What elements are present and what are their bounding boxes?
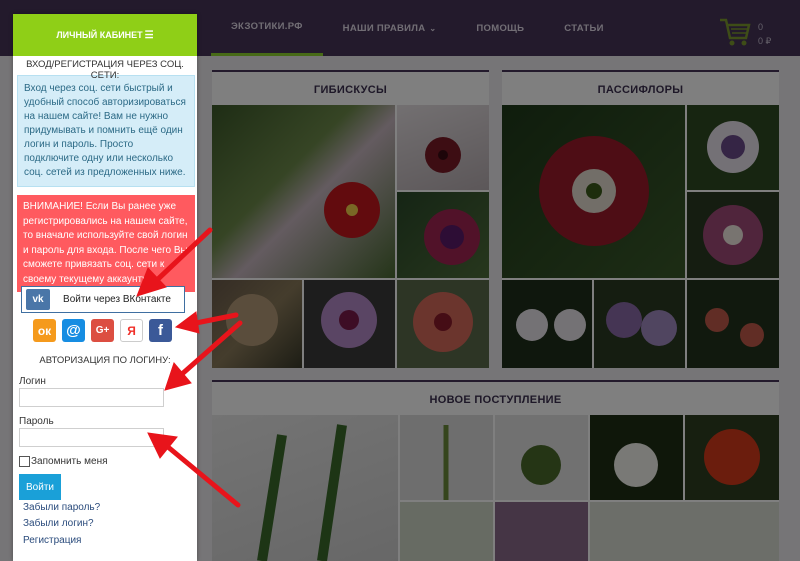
register-link[interactable]: Регистрация	[23, 535, 81, 546]
chevron-down-icon: ⌄	[429, 23, 437, 33]
forgot-password-link[interactable]: Забыли пароль?	[23, 502, 100, 513]
product-image[interactable]	[495, 415, 588, 500]
menu-icon: ☰	[144, 29, 154, 41]
nav-item-help[interactable]: ПОМОЩЬ	[456, 0, 544, 56]
cart-sum: 0 ₽	[758, 36, 772, 46]
facebook-icon[interactable]: f	[149, 319, 172, 342]
panel-title[interactable]: НОВОЕ ПОСТУПЛЕНИЕ	[212, 380, 779, 417]
cart-summary[interactable]: 0 0 ₽	[758, 20, 771, 48]
product-image[interactable]	[212, 105, 395, 278]
nav-item-rules[interactable]: НАШИ ПРАВИЛА ⌄	[323, 0, 457, 56]
product-image[interactable]	[495, 502, 588, 561]
vk-login-button[interactable]: vk Войти через ВКонтакте	[21, 286, 185, 313]
cart-count: 0	[758, 22, 764, 32]
product-image[interactable]	[212, 280, 302, 368]
login-submit-button[interactable]: Войти	[19, 474, 61, 500]
account-header[interactable]: ЛИЧНЫЙ КАБИНЕТ ☰	[13, 14, 197, 56]
login-input[interactable]	[19, 388, 164, 407]
panel-passiflora: ПАССИФЛОРЫ	[502, 70, 779, 368]
product-image[interactable]	[687, 280, 779, 368]
yandex-icon[interactable]: Я	[120, 319, 143, 342]
panel-title[interactable]: ГИБИСКУСЫ	[212, 70, 489, 107]
product-image[interactable]	[685, 415, 779, 500]
product-image[interactable]	[212, 415, 398, 561]
product-image[interactable]	[687, 192, 779, 278]
googleplus-icon[interactable]: G+	[91, 319, 114, 342]
panel-hibiscus: ГИБИСКУСЫ	[212, 70, 489, 368]
product-image[interactable]	[590, 415, 683, 500]
product-image[interactable]	[304, 280, 395, 368]
password-label: Пароль	[19, 416, 54, 427]
nav-item-home[interactable]: ЭКЗОТИКИ.РФ	[211, 0, 323, 56]
product-image[interactable]	[397, 105, 489, 190]
main-nav: ЭКЗОТИКИ.РФ НАШИ ПРАВИЛА ⌄ ПОМОЩЬ СТАТЬИ	[211, 0, 624, 56]
product-image[interactable]	[397, 192, 489, 278]
product-image[interactable]	[502, 280, 592, 368]
product-image[interactable]	[590, 502, 779, 561]
product-image[interactable]	[687, 105, 779, 190]
warning-box: ВНИМАНИЕ! Если Вы ранее уже регистрирова…	[17, 195, 195, 292]
remember-me[interactable]: Запомнить меня	[19, 456, 108, 467]
social-icons: ок @ G+ Я f	[33, 319, 172, 342]
product-image[interactable]	[502, 105, 685, 278]
account-header-label: ЛИЧНЫЙ КАБИНЕТ	[56, 30, 143, 40]
password-input[interactable]	[19, 428, 164, 447]
login-label: Логин	[19, 376, 46, 387]
odnoklassniki-icon[interactable]: ок	[33, 319, 56, 342]
login-sidebar: ЛИЧНЫЙ КАБИНЕТ ☰ ВХОД/РЕГИСТРАЦИЯ ЧЕРЕЗ С…	[13, 14, 197, 561]
remember-checkbox[interactable]	[19, 456, 30, 467]
product-image[interactable]	[400, 502, 493, 561]
remember-label: Запомнить меня	[31, 456, 108, 467]
vk-icon: vk	[26, 289, 50, 310]
login-title: АВТОРИЗАЦИЯ ПО ЛОГИНУ:	[39, 355, 171, 366]
nav-label: ПОМОЩЬ	[476, 22, 525, 34]
cart-icon[interactable]	[718, 16, 752, 48]
panel-new-arrivals: НОВОЕ ПОСТУПЛЕНИЕ	[212, 380, 779, 561]
forgot-login-link[interactable]: Забыли логин?	[23, 518, 94, 529]
nav-label: СТАТЬИ	[564, 22, 604, 34]
nav-label: НАШИ ПРАВИЛА	[342, 22, 426, 34]
vk-login-label: Войти через ВКонтакте	[63, 294, 171, 305]
nav-item-articles[interactable]: СТАТЬИ	[544, 0, 623, 56]
mailru-icon[interactable]: @	[62, 319, 85, 342]
product-image[interactable]	[400, 415, 493, 500]
info-box: Вход через соц. сети быстрый и удобный с…	[17, 75, 195, 187]
social-login-title: ВХОД/РЕГИСТРАЦИЯ ЧЕРЕЗ СОЦ. СЕТИ:	[26, 59, 184, 81]
product-image[interactable]	[397, 280, 489, 368]
nav-label: ЭКЗОТИКИ.РФ	[231, 21, 303, 32]
panel-title[interactable]: ПАССИФЛОРЫ	[502, 70, 779, 107]
product-image[interactable]	[594, 280, 685, 368]
